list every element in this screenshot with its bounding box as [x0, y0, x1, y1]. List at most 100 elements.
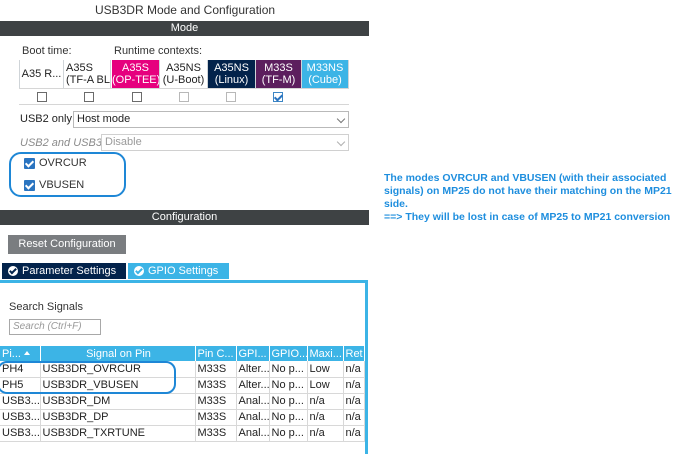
annotation-line-1: The modes OVRCUR and VBUSEN (with their … [384, 172, 672, 210]
context-checkbox-a35ns-linux[interactable] [226, 92, 236, 102]
column-header-max-speed[interactable]: Maxi... [307, 346, 344, 361]
table-cell: n/a [343, 409, 365, 426]
context-sublabel: (Linux) [214, 74, 249, 86]
context-sublabel: (TF-A BL31) [66, 74, 111, 86]
table-cell: Anal... [236, 393, 270, 410]
context-label: A35NS [214, 62, 249, 74]
context-a35s-optee: A35S (OP-TEE) [112, 60, 160, 88]
usb2-only-label: USB2 only [20, 113, 72, 125]
context-sublabel: (TF-M) [261, 74, 296, 86]
table-cell: No p... [269, 361, 308, 378]
vbusen-checkbox[interactable] [24, 180, 35, 191]
usb2-usb3-select[interactable]: Disable [101, 134, 349, 151]
usb2-usb3-value: Disable [105, 136, 142, 148]
context-sublabel: (OP-TEE) [112, 74, 160, 86]
table-cell: M33S [195, 361, 237, 378]
vbusen-label: VBUSEN [39, 179, 85, 191]
tab-label: Parameter Settings [22, 265, 117, 277]
context-label: M33NS [306, 62, 344, 74]
column-header-retention[interactable]: Ret [343, 346, 365, 361]
context-m33s-tfm: M33S (TF-M) [256, 60, 302, 88]
table-cell: No p... [269, 393, 308, 410]
table-row[interactable]: USB3... USB3DR_DP M33S Anal... No p... n… [0, 409, 365, 426]
configuration-header: Configuration [0, 210, 369, 225]
table-cell: Low [307, 361, 344, 378]
table-cell: Anal... [236, 425, 270, 442]
table-cell: No p... [269, 377, 308, 394]
search-signals-label: Search Signals [9, 301, 83, 313]
table-cell: USB3DR_DM [40, 393, 196, 410]
context-label: M33S [264, 62, 293, 74]
table-cell: No p... [269, 425, 308, 442]
context-checkbox-row [19, 88, 349, 105]
context-label: A35NS [166, 62, 201, 74]
table-cell: Alter... [236, 377, 270, 394]
usb2-usb3-label: USB2 and USB3 [20, 137, 102, 149]
chevron-down-icon [336, 114, 346, 124]
table-cell: Low [307, 377, 344, 394]
ovrcur-label: OVRCUR [39, 157, 87, 169]
table-cell: M33S [195, 409, 237, 426]
context-checkbox-a35ns-uboot[interactable] [179, 92, 189, 102]
annotation-line-2: ==> They will be lost in case of MP25 to… [384, 211, 671, 223]
usb2-only-select[interactable]: Host mode [73, 111, 349, 128]
table-cell: M33S [195, 377, 237, 394]
table-cell: n/a [343, 425, 365, 442]
table-cell: USB3... [0, 393, 41, 410]
tab-parameter-settings[interactable]: Parameter Settings [2, 263, 126, 279]
column-header-pin[interactable]: Pi... [0, 346, 41, 361]
boot-time-label: Boot time: [22, 45, 72, 57]
context-checkbox-a35-romcode[interactable] [37, 92, 47, 102]
mode-header: Mode [0, 21, 369, 36]
column-header-pin-context[interactable]: Pin C... [195, 346, 237, 361]
context-checkbox-m33s-tfm[interactable] [273, 92, 283, 102]
table-cell: n/a [343, 361, 365, 378]
context-label: A35 R... [21, 68, 62, 80]
search-input[interactable]: Search (Ctrl+F) [9, 319, 101, 335]
context-sublabel: (U-Boot) [162, 74, 205, 86]
column-header-gpio-mode[interactable]: GPI... [236, 346, 270, 361]
runtime-contexts-label: Runtime contexts: [114, 45, 203, 57]
table-cell: No p... [269, 409, 308, 426]
table-cell: M33S [195, 425, 237, 442]
table-cell: USB3... [0, 409, 41, 426]
usb2-only-value: Host mode [77, 113, 131, 125]
tab-gpio-settings[interactable]: GPIO Settings [128, 263, 229, 279]
context-a35ns-linux: A35NS (Linux) [208, 60, 256, 88]
column-header-signal[interactable]: Signal on Pin [40, 346, 196, 361]
table-header-row: Pi... Signal on Pin Pin C... GPI... GPIO… [0, 346, 365, 361]
highlight-oval-signals [0, 361, 176, 394]
table-cell: n/a [343, 393, 365, 410]
sort-ascending-icon [23, 350, 30, 355]
tab-label: GPIO Settings [148, 265, 219, 277]
table-cell: n/a [307, 393, 344, 410]
context-a35s-tfa: A35S (TF-A BL31) [64, 60, 111, 88]
context-checkbox-a35s-optee[interactable] [132, 92, 142, 102]
annotation-note: The modes OVRCUR and VBUSEN (with their … [384, 172, 690, 224]
context-checkbox-a35s-tfa[interactable] [84, 92, 94, 102]
window-title: USB3DR Mode and Configuration [94, 3, 276, 17]
chevron-down-icon [336, 137, 346, 147]
context-label: A35S [122, 62, 149, 74]
context-m33ns-cube: M33NS (Cube) [302, 60, 349, 88]
table-cell: USB3DR_TXRTUNE [40, 425, 196, 442]
check-circle-icon [134, 266, 144, 276]
table-cell: USB3... [0, 425, 41, 442]
check-circle-icon [8, 266, 18, 276]
table-cell: M33S [195, 393, 237, 410]
table-cell: Anal... [236, 409, 270, 426]
table-row[interactable]: USB3... USB3DR_DM M33S Anal... No p... n… [0, 393, 365, 410]
table-cell: Alter... [236, 361, 270, 378]
table-cell: n/a [343, 377, 365, 394]
table-row[interactable]: USB3... USB3DR_TXRTUNE M33S Anal... No p… [0, 425, 365, 442]
table-cell: n/a [307, 409, 344, 426]
context-a35-romcode: A35 R... [19, 60, 64, 88]
table-cell: n/a [307, 425, 344, 442]
context-a35ns-uboot: A35NS (U-Boot) [160, 60, 208, 88]
column-header-gpio-pull[interactable]: GPIO... [269, 346, 308, 361]
table-cell: USB3DR_DP [40, 409, 196, 426]
reset-configuration-button[interactable]: Reset Configuration [8, 235, 126, 254]
ovrcur-checkbox[interactable] [24, 158, 35, 169]
context-label: A35S [66, 62, 93, 74]
context-sublabel: (Cube) [308, 74, 342, 86]
